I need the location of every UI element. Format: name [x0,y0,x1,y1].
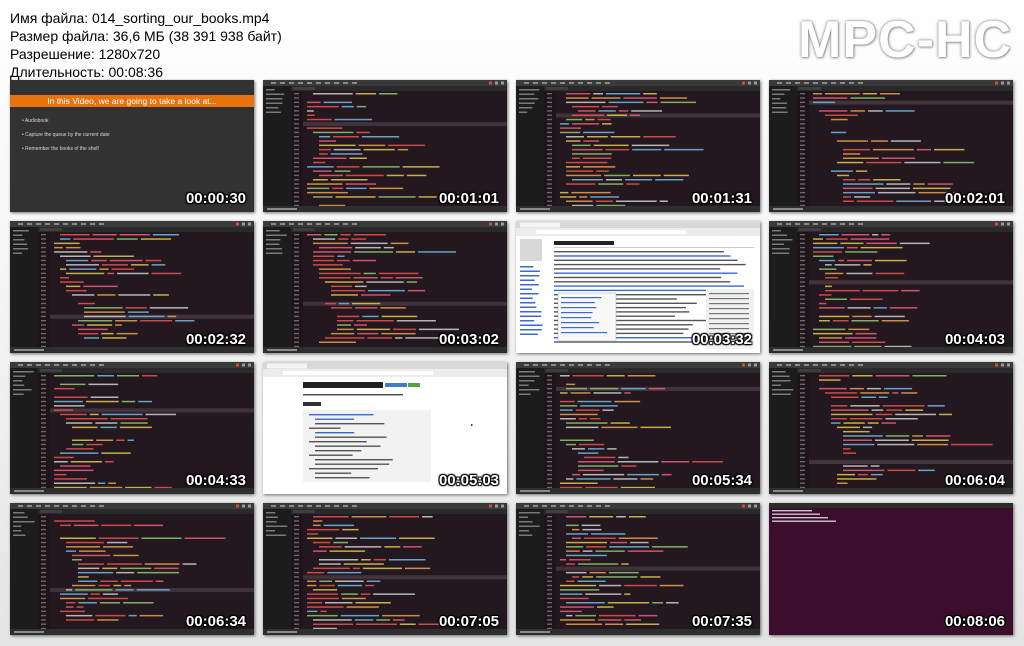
thumbnail-8[interactable]: 00:04:03 [769,221,1013,353]
timestamp: 00:08:06 [944,613,1005,630]
timestamp: 00:05:03 [438,472,499,489]
thumbnail-11[interactable]: 00:05:34 [516,362,760,494]
file-name: Имя файла: 014_sorting_our_books.mp4 [10,10,270,26]
timestamp: 00:04:03 [944,331,1005,348]
thumbnail-5[interactable]: 00:02:32 [10,221,254,353]
timestamp: 00:02:32 [185,331,246,348]
thumbnail-2[interactable]: 00:01:01 [263,80,507,212]
timestamp: 00:05:34 [691,472,752,489]
timestamp: 00:03:32 [691,331,752,348]
timestamp: 00:07:35 [691,613,752,630]
timestamp: 00:06:34 [185,613,246,630]
video-resolution: Разрешение: 1280x720 [10,46,161,62]
video-duration: Длительность: 00:08:36 [10,64,164,80]
timestamp: 00:02:01 [944,190,1005,207]
slide-heading: In this Video, we are going to take a lo… [10,95,254,107]
timestamp: 00:00:30 [185,190,246,207]
slide-bullets: AudiobookCapture the queue by the curren… [22,114,110,156]
file-size: Размер файла: 36,6 МБ (38 391 938 байт) [10,28,282,44]
thumbnail-16[interactable]: 00:08:06 [769,503,1013,635]
thumbnail-3[interactable]: 00:01:31 [516,80,760,212]
thumbnail-12[interactable]: 00:06:04 [769,362,1013,494]
mpc-hc-logo: MPC-HC [798,11,1012,69]
file-info: Имя файла: 014_sorting_our_books.mp4 Раз… [10,9,282,81]
thumbnail-6[interactable]: 00:03:02 [263,221,507,353]
thumbnail-4[interactable]: 00:02:01 [769,80,1013,212]
thumbnail-13[interactable]: 00:06:34 [10,503,254,635]
thumbnail-15[interactable]: 00:07:35 [516,503,760,635]
slide-bullet: Audiobook [22,114,110,128]
thumbnail-1[interactable]: In this Video, we are going to take a lo… [10,80,254,212]
timestamp: 00:06:04 [944,472,1005,489]
thumbnail-10[interactable]: 00:05:03 [263,362,507,494]
thumbnail-14[interactable]: 00:07:05 [263,503,507,635]
timestamp: 00:01:01 [438,190,499,207]
thumbnail-7[interactable]: 00:03:32 [516,221,760,353]
timestamp: 00:07:05 [438,613,499,630]
thumbnail-9[interactable]: 00:04:33 [10,362,254,494]
timestamp: 00:04:33 [185,472,246,489]
timestamp: 00:03:02 [438,331,499,348]
slide-bullet: Capture the queue by the current date [22,128,110,142]
timestamp: 00:01:31 [691,190,752,207]
slide-bullet: Remember the books of the shelf [22,142,110,156]
